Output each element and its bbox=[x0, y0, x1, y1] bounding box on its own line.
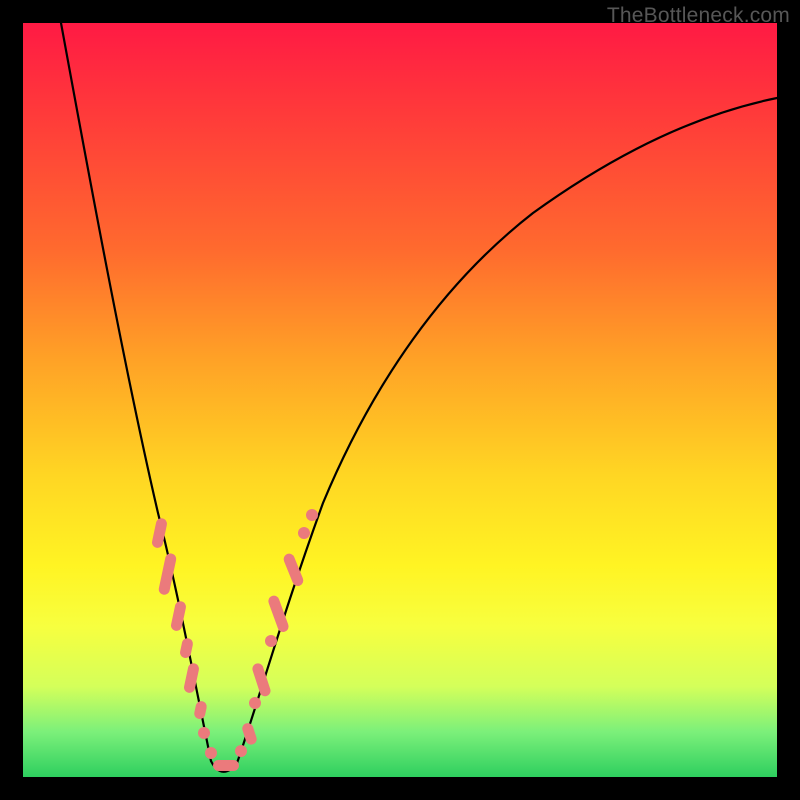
outer-frame: TheBottleneck.com bbox=[0, 0, 800, 800]
marker-dot bbox=[193, 700, 208, 720]
chart-svg bbox=[23, 23, 777, 777]
marker-dot bbox=[205, 747, 217, 759]
marker-dot bbox=[282, 552, 305, 588]
marker-dot bbox=[198, 727, 210, 739]
curve-right-branch bbox=[237, 98, 777, 763]
marker-dot bbox=[179, 637, 194, 659]
watermark-text: TheBottleneck.com bbox=[607, 4, 790, 28]
marker-dot bbox=[235, 745, 247, 757]
plot-area bbox=[23, 23, 777, 777]
marker-dot bbox=[306, 509, 318, 521]
marker-dot bbox=[267, 594, 290, 633]
marker-dot bbox=[249, 697, 261, 709]
marker-dot bbox=[265, 635, 277, 647]
marker-dot bbox=[298, 527, 310, 539]
marker-dot bbox=[213, 760, 239, 771]
marker-dot bbox=[158, 552, 177, 595]
